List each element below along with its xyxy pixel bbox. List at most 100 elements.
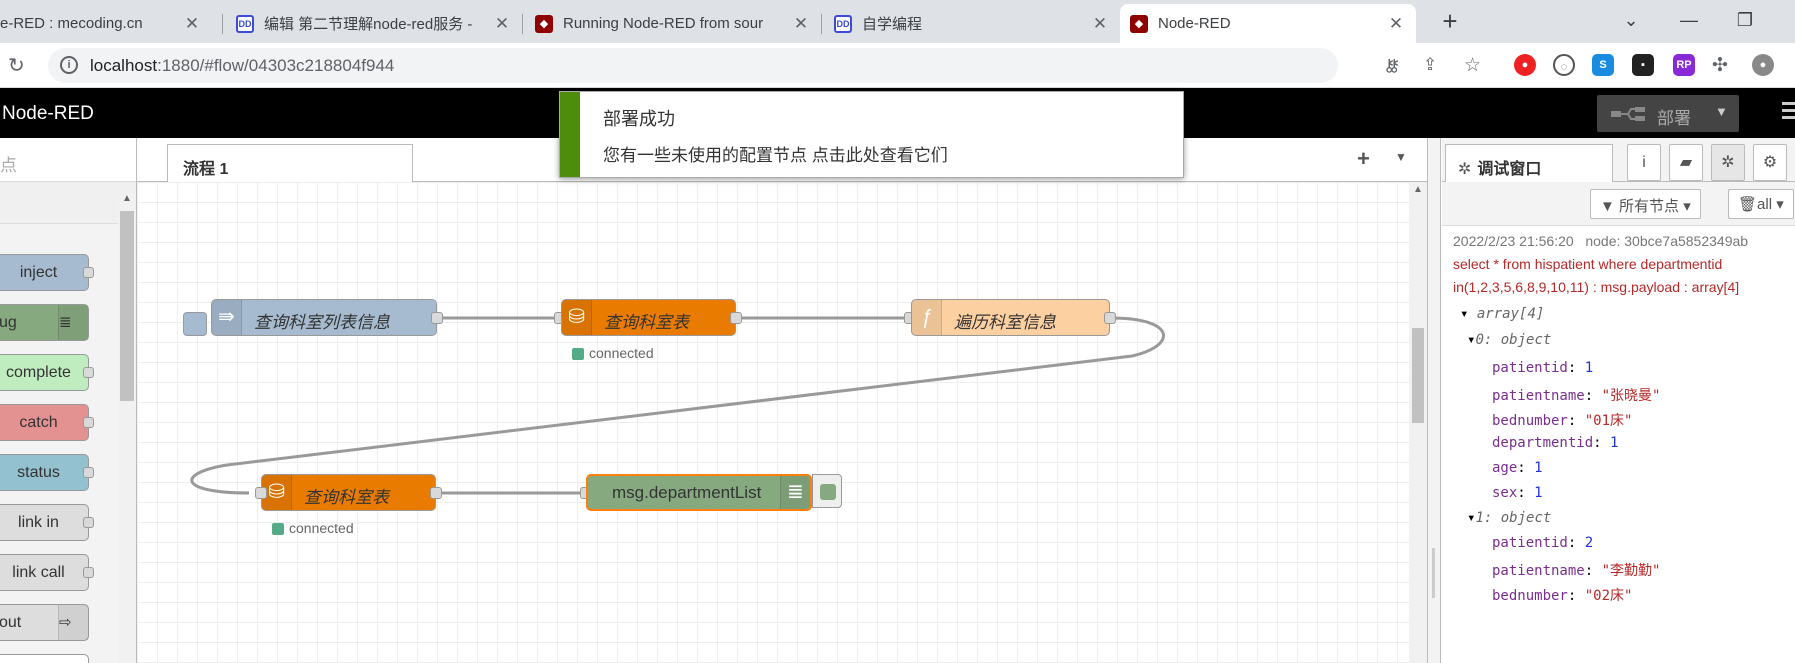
input-port[interactable] [255, 487, 267, 499]
browser-tab-1[interactable]: e-RED : mecoding.cn ✕ [0, 4, 212, 43]
palette-node-debug[interactable]: ug ≣ [0, 304, 89, 341]
extension-red-icon[interactable]: ● [1514, 54, 1536, 76]
palette-search[interactable]: 点 [0, 138, 136, 182]
palette-node-label: catch [19, 414, 58, 431]
output-port[interactable] [431, 312, 443, 324]
debug-toggle-button[interactable] [812, 474, 842, 508]
mysql-node-1[interactable]: ⛁ 查询科室表 [561, 299, 736, 336]
inject-node[interactable]: ⇛ 查询科室列表信息 [211, 299, 437, 336]
filter-nodes-button[interactable]: ▼ 所有节点 ▾ [1590, 189, 1701, 219]
extension-circle-icon[interactable]: ◌ [1553, 54, 1575, 76]
puzzle-icon[interactable]: ✣ [1712, 54, 1728, 77]
deploy-button[interactable]: 部署 ▼ [1597, 95, 1739, 132]
tab-flow-1[interactable]: 流程 1 [167, 144, 413, 183]
palette-category-header[interactable] [0, 182, 136, 224]
scroll-thumb[interactable] [1412, 328, 1424, 423]
prop-key: patientid [1492, 535, 1568, 551]
output-port[interactable] [430, 487, 442, 499]
chevron-down-icon[interactable]: ▼ [1715, 104, 1728, 119]
scroll-thumb[interactable] [120, 211, 134, 401]
node-label: 查询科室列表信息 [254, 313, 390, 332]
extension-s-icon[interactable]: S [1592, 54, 1614, 76]
gear-icon[interactable]: ⚙ [1753, 144, 1787, 181]
chevron-down-icon[interactable]: ▼ [1395, 150, 1407, 164]
extension-rp-icon[interactable]: RP [1673, 54, 1695, 76]
deploy-icon [1611, 107, 1645, 121]
book-icon[interactable]: ▰ [1669, 144, 1703, 181]
close-icon[interactable]: ✕ [492, 14, 512, 34]
palette-node-partial[interactable] [0, 654, 89, 663]
share-icon[interactable]: ⇪ [1423, 55, 1437, 75]
browser-tab-3[interactable]: ◆ Running Node-RED from sour ✕ [525, 4, 821, 43]
close-icon[interactable]: ✕ [791, 14, 811, 34]
tree-item[interactable]: ▾0: object [1467, 332, 1551, 348]
sidebar-splitter[interactable] [1427, 138, 1441, 663]
key-icon[interactable]: ⚷ [1383, 56, 1395, 76]
message-topic: select * from hispatient where departmen… [1453, 256, 1723, 272]
main-menu-icon[interactable] [1782, 102, 1795, 105]
palette-node-label: link call [12, 564, 65, 581]
palette-scrollbar[interactable]: ▲ [118, 193, 136, 663]
debug-toolbar: ▼ 所有节点 ▾ 🗑all ▾ [1442, 182, 1795, 226]
output-port[interactable] [1104, 312, 1116, 324]
browser-tab-4[interactable]: DD 自学编程 ✕ [824, 4, 1120, 43]
debug-messages[interactable]: 2022/2/23 21:56:20 node: 30bce7a5852349a… [1442, 226, 1795, 663]
restore-icon[interactable]: ❐ [1720, 6, 1770, 36]
flow-workspace: 流程 1 + ▼ ⇛ 查询科室列表信息 ⛁ 查询科室表 connected ƒ … [137, 138, 1427, 663]
palette-node-link-call[interactable]: link call [0, 554, 94, 591]
message-timestamp: 2022/2/23 21:56:20 [1453, 233, 1574, 249]
new-tab-button[interactable]: + [1433, 6, 1467, 40]
tree-prop: patientname: "李勤勤" [1492, 563, 1661, 579]
tab-search-icon[interactable]: ⌄ [1606, 6, 1656, 36]
extension-black-icon[interactable]: ▪ [1632, 54, 1654, 76]
tree-prop: patientname: "张晓曼" [1492, 388, 1661, 404]
browser-tab-5-active[interactable]: ◆ Node-RED ✕ [1120, 4, 1416, 43]
minimize-icon[interactable]: — [1664, 6, 1714, 36]
prop-value: 1 [1610, 435, 1619, 451]
clear-messages-button[interactable]: 🗑all ▾ [1728, 189, 1794, 219]
palette-node-inject[interactable]: inject [0, 254, 94, 291]
canvas-scrollbar[interactable]: ▲ [1409, 182, 1427, 663]
palette-node-link-in[interactable]: link in [0, 504, 94, 541]
inject-trigger-button[interactable] [183, 312, 207, 336]
close-icon[interactable]: ✕ [182, 14, 202, 34]
palette-node-complete[interactable]: complete [0, 354, 94, 391]
scroll-up-icon[interactable]: ▲ [122, 193, 132, 204]
output-port[interactable] [730, 312, 742, 324]
palette-node-link-out[interactable]: out ⇨ [0, 604, 89, 641]
tree-item[interactable]: ▾1: object [1467, 510, 1551, 526]
notification-message[interactable]: 您有一些未使用的配置节点 点击此处查看它们 [603, 141, 948, 166]
bug-icon[interactable]: ✲ [1711, 144, 1745, 181]
site-info-icon[interactable]: i [60, 56, 78, 74]
profile-avatar[interactable]: ● [1752, 54, 1774, 76]
scroll-up-icon[interactable]: ▲ [1413, 184, 1423, 195]
function-node[interactable]: ƒ 遍历科室信息 [911, 299, 1110, 336]
bookmark-star-icon[interactable]: ☆ [1464, 54, 1481, 77]
info-icon[interactable]: i [1627, 144, 1661, 181]
palette-node-label: ug [0, 314, 17, 331]
mysql-node-2[interactable]: ⛁ 查询科室表 [261, 474, 436, 511]
close-icon[interactable]: ✕ [1090, 14, 1110, 34]
palette-node-catch[interactable]: catch [0, 404, 94, 441]
database-icon: ⛁ [562, 300, 592, 335]
tree-prop: patientid: 1 [1492, 360, 1594, 376]
browser-tab-2[interactable]: DD 编辑 第二节理解node-red服务 - ✕ [226, 4, 522, 43]
tab-title: Running Node-RED from sour [563, 15, 764, 32]
palette-node-status[interactable]: status [0, 454, 94, 491]
tree-root[interactable]: ▾ array[4] [1460, 306, 1544, 322]
flow-canvas[interactable]: ⇛ 查询科室列表信息 ⛁ 查询科室表 connected ƒ 遍历科室信息 ⛁ … [137, 182, 1409, 663]
url-text: localhost:1880/#flow/04303c218804f944 [90, 56, 394, 76]
tab-debug[interactable]: ✲ 调试窗口 [1445, 144, 1613, 183]
close-icon[interactable]: ✕ [1386, 14, 1406, 34]
url-input[interactable]: i localhost:1880/#flow/04303c218804f944 … [48, 48, 1400, 83]
debug-node[interactable]: msg.departmentList ≣ [586, 474, 812, 511]
reload-icon[interactable]: ↻ [8, 53, 25, 78]
chevron-down-icon: ▾ [1776, 196, 1784, 213]
deploy-notification[interactable]: 部署成功 您有一些未使用的配置节点 点击此处查看它们 [559, 91, 1184, 178]
prop-value: 2 [1584, 535, 1594, 551]
add-flow-icon[interactable]: + [1357, 146, 1370, 172]
tree-item-label: 1: object [1475, 510, 1552, 526]
notification-title: 部署成功 [603, 109, 675, 129]
arrow-right-icon: ⇛ [212, 300, 242, 335]
splitter-handle[interactable] [1432, 548, 1435, 598]
